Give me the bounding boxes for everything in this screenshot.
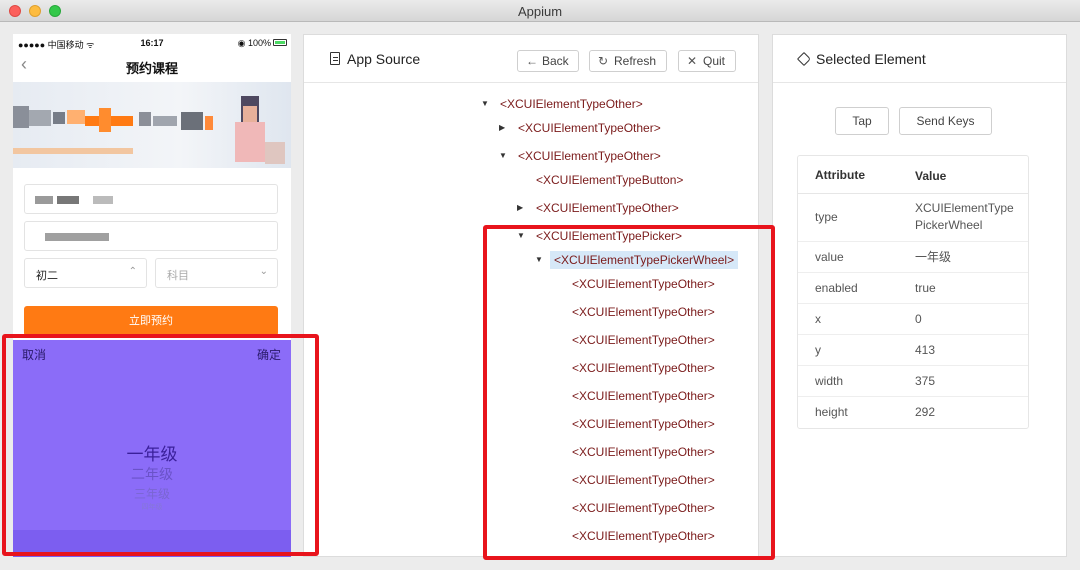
- caret-down-icon[interactable]: ▼: [499, 151, 507, 160]
- attribute-value: 413: [915, 343, 936, 357]
- refresh-button[interactable]: ↻ Refresh: [589, 50, 667, 72]
- arrow-left-icon: ←: [526, 54, 538, 68]
- attribute-row: enabled true: [798, 273, 1028, 304]
- nav-title: 预约课程: [125, 61, 178, 76]
- attribute-name: x: [815, 312, 821, 326]
- name-input[interactable]: [24, 184, 278, 214]
- attribute-value: 0: [915, 312, 922, 326]
- attribute-value: 292: [915, 405, 936, 419]
- app-source-header: App Source ← Back ↻ Refresh ✕ Quit: [304, 35, 758, 83]
- book-now-button[interactable]: 立即预约: [24, 306, 278, 336]
- app-source-title: App Source: [347, 51, 421, 67]
- attribute-name: width: [815, 374, 844, 388]
- title-bar: Appium: [0, 0, 1080, 22]
- send-keys-button[interactable]: Send Keys: [899, 107, 992, 135]
- document-icon: [330, 52, 340, 65]
- attribute-value: XCUIElementTypePickerWheel: [915, 201, 1014, 232]
- appium-window: Appium ●●●●● 中国移动 ᯤ 16:17 ◉ 100% ‹ 预约课程: [0, 0, 1080, 570]
- close-icon: ✕: [687, 54, 698, 68]
- phone-input[interactable]: [24, 221, 278, 251]
- attribute-name: value: [815, 250, 844, 264]
- tap-button[interactable]: Tap: [835, 107, 889, 135]
- tree-node[interactable]: <XCUIElementTypeOther>: [518, 147, 661, 165]
- source-tree-highlight: [483, 225, 775, 560]
- tag-icon: [796, 51, 812, 67]
- attribute-value: 一年级: [915, 250, 952, 264]
- back-button[interactable]: ← Back: [517, 50, 579, 72]
- selected-element-panel: Selected Element Tap Send Keys Attribute…: [772, 34, 1067, 557]
- course-banner-image: [13, 82, 291, 168]
- attribute-row: height 292: [798, 397, 1028, 428]
- attribute-value: 375: [915, 374, 936, 388]
- attribute-row: type XCUIElementTypePickerWheel: [798, 194, 1028, 242]
- phone-picker-highlight: [2, 334, 319, 556]
- attribute-table: Attribute Value type XCUIElementTypePicke…: [797, 155, 1029, 429]
- attribute-row: x0: [798, 304, 1028, 335]
- subject-select[interactable]: 科目 ⌄: [155, 258, 278, 288]
- caret-down-icon[interactable]: ▼: [481, 99, 489, 108]
- refresh-icon: ↻: [598, 54, 609, 68]
- quit-button[interactable]: ✕ Quit: [678, 50, 736, 72]
- battery-label: ◉ 100%: [237, 38, 271, 48]
- tree-node[interactable]: <XCUIElementTypeOther>: [536, 199, 679, 217]
- app-nav-bar: ‹ 预约课程: [13, 52, 291, 80]
- tree-node[interactable]: <XCUIElementTypeButton>: [536, 171, 683, 189]
- window-title: Appium: [517, 4, 563, 19]
- selected-element-title: Selected Element: [816, 51, 926, 67]
- attribute-value: true: [915, 281, 936, 295]
- attribute-row: width 375: [798, 366, 1028, 397]
- attribute-name: y: [815, 343, 821, 357]
- chevron-down-icon: ⌄: [259, 266, 268, 277]
- attribute-row: y 413: [798, 335, 1028, 366]
- attribute-name: height: [815, 405, 848, 419]
- chevron-up-icon: ⌃: [128, 266, 137, 277]
- attribute-name: enabled: [815, 281, 858, 295]
- ios-status-bar: ●●●●● 中国移动 ᯤ 16:17 ◉ 100%: [13, 34, 291, 52]
- tree-node[interactable]: <XCUIElementTypeOther>: [500, 95, 643, 113]
- attribute-table-header: Attribute Value: [798, 156, 1028, 194]
- caret-right-icon[interactable]: ▶: [499, 123, 505, 132]
- attribute-name: type: [815, 210, 838, 224]
- battery-icon: [273, 39, 287, 46]
- grade-select[interactable]: 初二 ⌃: [24, 258, 147, 288]
- selected-element-header: Selected Element: [773, 35, 1066, 83]
- caret-right-icon[interactable]: ▶: [517, 203, 523, 212]
- tree-node[interactable]: <XCUIElementTypeOther>: [518, 119, 661, 137]
- attribute-row: value 一年级: [798, 242, 1028, 273]
